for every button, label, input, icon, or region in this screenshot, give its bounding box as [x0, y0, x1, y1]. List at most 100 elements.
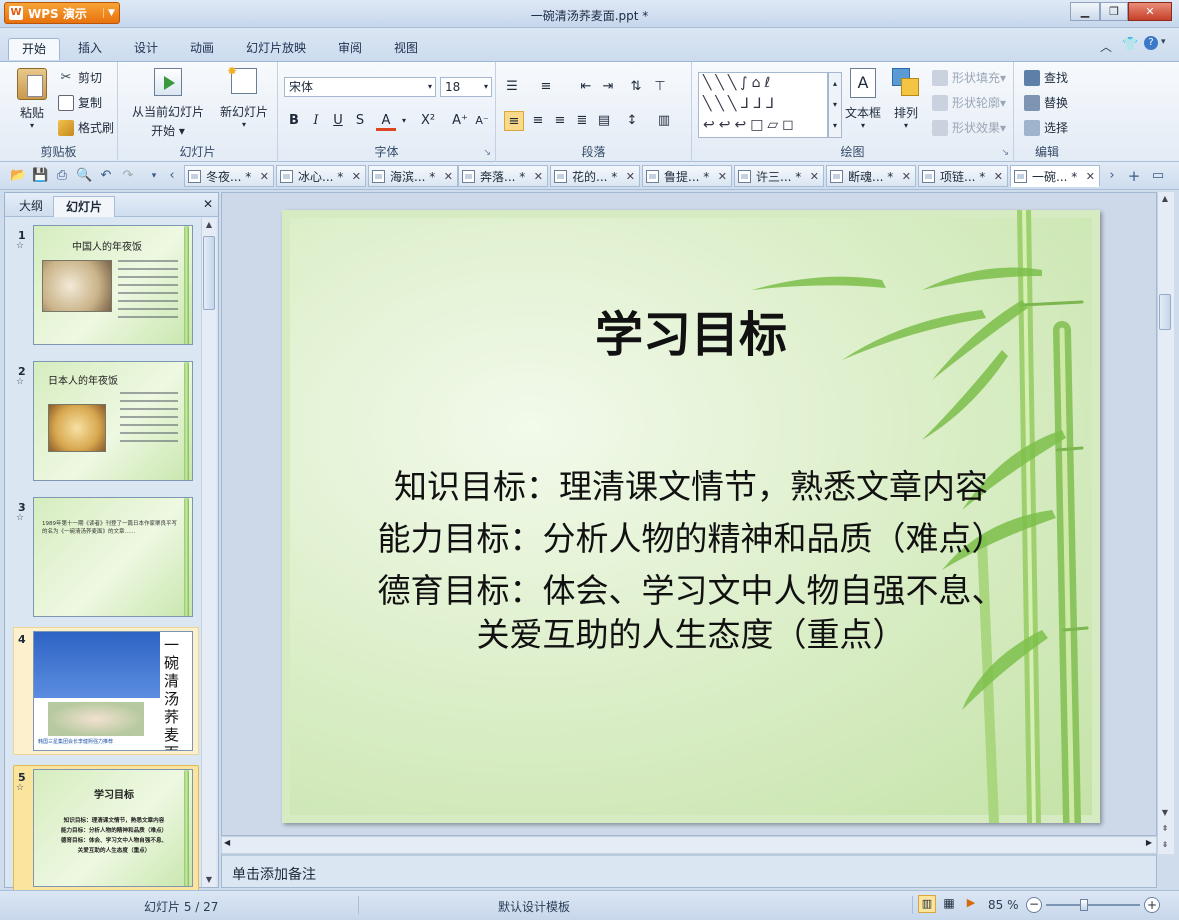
font-color-button[interactable]: A [376, 111, 396, 131]
slide-thumbnail-row[interactable]: 3 ☆ 1989年第十一期《读者》刊登了一篇日本作家栗良平写的名为《一碗清汤荞麦… [5, 495, 202, 623]
shapes-gallery-scroll[interactable]: ▴ ▾ ▾ [828, 72, 842, 138]
slide-body-line[interactable]: 德育目标：体会、学习文中人物自强不息、 [282, 564, 1100, 612]
doc-tab[interactable]: 许三... * ✕ [734, 165, 824, 187]
print-preview-icon[interactable]: 🔍 [76, 168, 92, 184]
open-folder-icon[interactable]: 📂 [10, 168, 26, 184]
scroll-up-icon[interactable]: ▲ [1158, 192, 1172, 206]
find-button[interactable]: 查找 [1024, 69, 1068, 86]
align-text-button[interactable]: ⊤ [650, 77, 670, 97]
align-right-button[interactable]: ≡ [550, 111, 570, 131]
tab-list-icon[interactable]: ▭ [1150, 168, 1166, 184]
distribute-button[interactable]: ▤ [594, 111, 614, 131]
dialog-launcher-icon[interactable]: ↘ [483, 148, 491, 158]
minimize-button[interactable]: ▁ [1070, 2, 1100, 21]
bullets-button[interactable]: ☰ [502, 77, 522, 97]
columns-button[interactable]: ▥ [654, 111, 674, 131]
align-left-button[interactable]: ≡ [504, 111, 524, 131]
chevron-down-icon[interactable]: ▾ [394, 111, 414, 131]
slide-thumbnail-row-selected[interactable]: 5 ☆ 学习目标 知识目标：理清课文情节，熟悉文章内容 能力目标：分析人物的精神… [5, 769, 202, 897]
doc-tab[interactable]: 花的... * ✕ [550, 165, 640, 187]
slide-thumbnail[interactable]: 学习目标 知识目标：理清课文情节，熟悉文章内容 能力目标：分析人物的精神和品质（… [33, 769, 193, 887]
close-button[interactable]: ✕ [1128, 2, 1172, 21]
dialog-launcher-icon[interactable]: ↘ [1001, 148, 1009, 158]
slide-scrollbar[interactable]: ▲ ▼ ⇞ ⇟ [1157, 192, 1174, 854]
scrollbar-thumb[interactable] [1159, 294, 1171, 330]
doc-tab[interactable]: 鲁提... * ✕ [642, 165, 732, 187]
replace-button[interactable]: 替换 [1024, 94, 1068, 111]
italic-button[interactable]: I [306, 111, 326, 131]
tab-view[interactable]: 视图 [382, 38, 430, 60]
increase-indent-button[interactable]: ⇥ [598, 77, 618, 97]
scrollbar-thumb[interactable] [203, 236, 215, 310]
tab-design[interactable]: 设计 [122, 38, 170, 60]
bold-button[interactable]: B [284, 111, 304, 131]
text-direction-button[interactable]: ⇅ [626, 77, 646, 97]
superscript-button[interactable]: X² [418, 111, 438, 131]
close-icon[interactable]: ✕ [444, 170, 453, 183]
tab-insert[interactable]: 插入 [66, 38, 114, 60]
close-icon[interactable]: ✕ [902, 170, 911, 183]
shape-fill-button[interactable]: 形状填充 ▾ [932, 69, 1006, 86]
close-icon[interactable]: ✕ [718, 170, 727, 183]
decrease-indent-button[interactable]: ⇤ [576, 77, 596, 97]
print-icon[interactable]: ⎙ [54, 168, 70, 184]
close-icon[interactable]: ✕ [1086, 170, 1095, 183]
close-icon[interactable]: ✕ [810, 170, 819, 183]
doc-tab-active[interactable]: 一碗... * ✕ [1010, 165, 1100, 187]
tab-home[interactable]: 开始 [8, 38, 60, 60]
normal-view-icon[interactable]: ▥ [918, 895, 936, 913]
customize-toolbar-icon[interactable]: ▾ [146, 168, 162, 184]
maximize-button[interactable]: ❐ [1100, 2, 1128, 21]
skin-icon[interactable]: 👕 [1122, 37, 1138, 52]
slide-sorter-icon[interactable]: ▦ [940, 895, 958, 913]
tab-animation[interactable]: 动画 [178, 38, 226, 60]
line-spacing-button[interactable]: ↕ [622, 111, 642, 131]
close-icon[interactable]: ✕ [626, 170, 635, 183]
paste-button[interactable]: 粘贴 ▾ [10, 68, 54, 130]
textbox-button[interactable]: A 文本框 ▾ [842, 68, 884, 130]
help-icon[interactable]: ? [1144, 36, 1158, 50]
close-icon[interactable]: ✕ [260, 170, 269, 183]
format-painter-button[interactable]: 格式刷 [58, 119, 114, 136]
numbering-button[interactable]: ≡ [536, 77, 556, 97]
redo-icon[interactable]: ↷ [120, 168, 136, 184]
tab-slideshow[interactable]: 幻灯片放映 [236, 38, 316, 60]
scroll-right-icon[interactable]: ▶ [1146, 838, 1152, 847]
font-size-select[interactable]: 18 ▾ [440, 77, 492, 97]
tab-scroll-right-icon[interactable]: › [1104, 168, 1120, 184]
next-slide-icon[interactable]: ⇟ [1158, 838, 1172, 852]
tab-slides[interactable]: 幻灯片 [53, 196, 115, 217]
doc-tab[interactable]: 冬夜... * ✕ [184, 165, 274, 187]
slide-thumbnail[interactable]: 一碗清汤荞麦面 韩国三星集团会长李健熙强力推荐 [33, 631, 193, 751]
font-name-select[interactable]: 宋体 ▾ [284, 77, 436, 97]
zoom-slider-track[interactable] [1046, 904, 1140, 906]
slide-thumbnail-row[interactable]: 4 一碗清汤荞麦面 韩国三星集团会长李健熙强力推荐 [5, 631, 202, 759]
select-button[interactable]: 选择 [1024, 119, 1068, 136]
chevron-down-icon[interactable]: ▾ [1161, 37, 1166, 47]
slide-thumbnail[interactable]: 日本人的年夜饭 [33, 361, 193, 481]
save-icon[interactable]: 💾 [32, 168, 48, 184]
close-icon[interactable]: ✕ [534, 170, 543, 183]
shapes-gallery[interactable]: ╲╲╲∫⌂ℓ ╲╲╲ᒧᒧᒧ ↩↩↩□▱◻ [698, 72, 828, 138]
copy-button[interactable]: 复制 [58, 94, 102, 111]
scroll-left-icon[interactable]: ◀ [224, 838, 230, 847]
cut-button[interactable]: ✂ 剪切 [58, 69, 102, 86]
slide-thumbnail[interactable]: 1989年第十一期《读者》刊登了一篇日本作家栗良平写的名为《一碗清汤荞麦面》的文… [33, 497, 193, 617]
slideshow-view-icon[interactable]: ▶ [962, 895, 980, 913]
close-icon[interactable]: ✕ [203, 197, 213, 211]
shadow-button[interactable]: S [350, 111, 370, 131]
slide-thumbnail-row[interactable]: 1 ☆ 中国人的年夜饭 [5, 223, 202, 351]
align-center-button[interactable]: ≡ [528, 111, 548, 131]
horizontal-scrollbar[interactable]: ◀ ▶ [221, 836, 1157, 854]
slide-title[interactable]: 学习目标 [282, 295, 1100, 365]
slide-body-line[interactable]: 关爱互助的人生态度（重点） [282, 608, 1100, 656]
slide-thumbnail-row[interactable]: 2 ☆ 日本人的年夜饭 [5, 359, 202, 487]
close-icon[interactable]: ✕ [994, 170, 1003, 183]
underline-button[interactable]: U [328, 111, 348, 131]
scroll-down-icon[interactable]: ▼ [1158, 806, 1172, 820]
doc-tab[interactable]: 断魂... * ✕ [826, 165, 916, 187]
previous-slide-icon[interactable]: ⇞ [1158, 822, 1172, 836]
doc-tab[interactable]: 海滨... * ✕ [368, 165, 458, 187]
slide-body-line[interactable]: 知识目标：理清课文情节，熟悉文章内容 [282, 460, 1100, 508]
play-from-current-button[interactable]: 从当前幻灯片 开始 ▾ [126, 68, 210, 139]
